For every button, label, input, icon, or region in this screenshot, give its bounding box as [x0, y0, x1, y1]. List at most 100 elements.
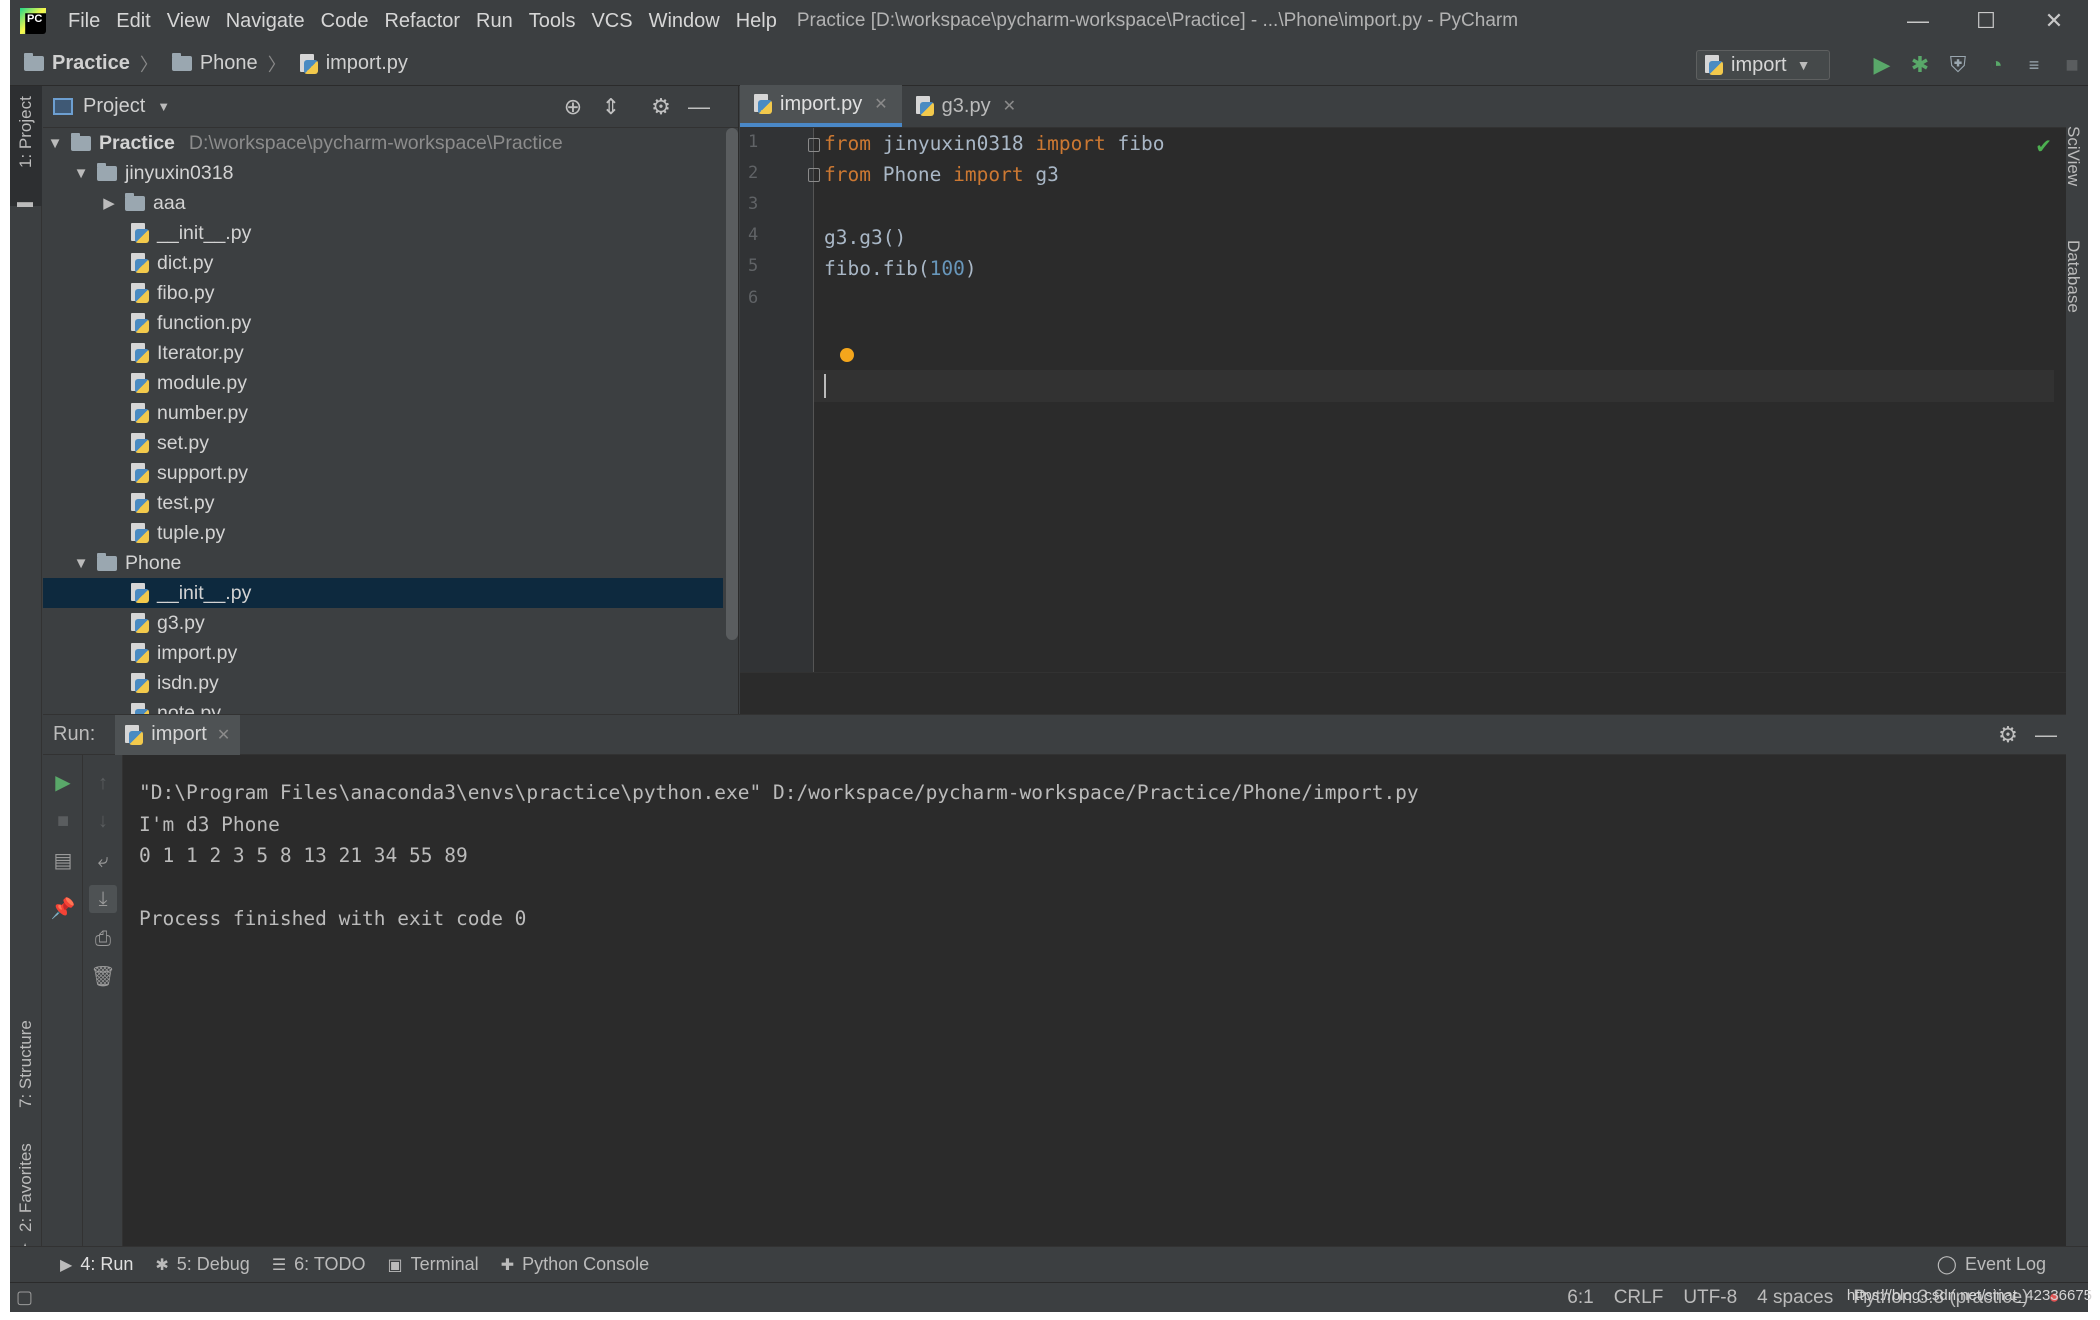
breadcrumb-import-py[interactable]: import.py — [286, 52, 408, 75]
rerun-icon[interactable]: ▶ — [49, 769, 77, 797]
gear-icon[interactable]: ⚙ — [1994, 721, 2022, 749]
indent-setting[interactable]: 4 spaces — [1757, 1287, 1833, 1309]
close-tab-icon[interactable]: ✕ — [1003, 96, 1016, 116]
coverage-icon[interactable]: ⛨ — [1944, 51, 1972, 79]
run-configuration-select[interactable]: import ▼ — [1696, 50, 1830, 80]
hide-panel-icon[interactable]: — — [685, 93, 713, 121]
run-tab-import[interactable]: import ✕ — [115, 714, 241, 755]
hide-panel-icon[interactable]: — — [2032, 721, 2060, 749]
menu-help[interactable]: Help — [728, 0, 785, 42]
code-token: jinyuxin0318 — [870, 132, 1036, 155]
tree-folder[interactable]: ▼ jinyuxin0318 — [43, 158, 723, 188]
up-arrow-icon[interactable]: ↑ — [89, 769, 117, 797]
tree-file[interactable]: function.py — [43, 308, 723, 338]
profile-icon[interactable]: ◔ — [1982, 51, 2010, 79]
breadcrumb-phone[interactable]: Phone 〉 — [158, 51, 286, 77]
restore-layout-icon[interactable]: ▤ — [49, 847, 77, 875]
minimize-button[interactable]: — — [1884, 0, 1952, 42]
gear-icon[interactable]: ⚙ — [647, 93, 675, 121]
python-file-icon — [131, 673, 149, 693]
intention-bulb-icon[interactable] — [840, 348, 854, 362]
fold-marker-icon[interactable] — [808, 138, 820, 152]
tree-file[interactable]: __init__.py — [43, 218, 723, 248]
down-arrow-icon[interactable]: ↓ — [89, 807, 117, 835]
console-output[interactable]: "D:\Program Files\anaconda3\envs\practic… — [123, 755, 2066, 1247]
tree-file[interactable]: set.py — [43, 428, 723, 458]
event-log-button[interactable]: ◯ Event Log — [1937, 1246, 2046, 1282]
menu-view[interactable]: View — [159, 0, 218, 42]
tab-g3-py[interactable]: g3.py ✕ — [902, 85, 1030, 127]
python-file-icon — [131, 523, 149, 543]
code-area[interactable]: from jinyuxin0318 import fibo from Phone … — [824, 128, 2054, 672]
close-tab-icon[interactable]: ✕ — [217, 725, 230, 745]
menu-run[interactable]: Run — [468, 0, 521, 42]
tree-file[interactable]: g3.py — [43, 608, 723, 638]
tree-file[interactable]: test.py — [43, 488, 723, 518]
tree-folder[interactable]: ▶ aaa — [43, 188, 723, 218]
caret-position[interactable]: 6:1 — [1567, 1287, 1593, 1309]
tool-tab-terminal[interactable]: ▣ Terminal — [388, 1254, 479, 1275]
print-icon[interactable]: ⎙ — [89, 925, 117, 953]
menu-window[interactable]: Window — [641, 0, 728, 42]
editor: import.py ✕ g3.py ✕ 1 2 3 4 5 6 from jin… — [740, 85, 2066, 714]
menu-code[interactable]: Code — [313, 0, 377, 42]
tree-file[interactable]: support.py — [43, 458, 723, 488]
close-button[interactable]: ✕ — [2020, 0, 2088, 42]
tree-file[interactable]: tuple.py — [43, 518, 723, 548]
pin-icon[interactable]: 📌 — [49, 895, 77, 923]
menu-refactor[interactable]: Refactor — [376, 0, 468, 42]
tree-file[interactable]: note.py — [43, 698, 723, 714]
menu-file[interactable]: File — [60, 0, 108, 42]
project-view-select[interactable]: Project ▼ — [53, 95, 170, 118]
stop-icon[interactable]: ■ — [2058, 51, 2086, 79]
tree-root[interactable]: ▼ Practice D:\workspace\pycharm-workspac… — [43, 128, 723, 158]
collapse-all-icon[interactable]: ⇕ — [597, 93, 625, 121]
debug-icon[interactable]: ✱ — [1906, 51, 1934, 79]
menu-tools[interactable]: Tools — [521, 0, 584, 42]
collapse-arrow-icon[interactable]: ▼ — [71, 165, 91, 182]
tree-file[interactable]: import.py — [43, 638, 723, 668]
tab-import-py[interactable]: import.py ✕ — [740, 85, 902, 127]
code-token: g3.g3() — [824, 225, 907, 249]
inspection-ok-icon[interactable]: ✔ — [2035, 134, 2052, 159]
speech-bubble-icon: ◯ — [1936, 1253, 1957, 1274]
toggle-tool-windows-icon[interactable]: ▢ — [16, 1287, 33, 1308]
menu-navigate[interactable]: Navigate — [218, 0, 313, 42]
fold-marker-icon[interactable] — [808, 168, 820, 182]
project-tool-tab[interactable]: 1: Project ▬ — [10, 86, 42, 211]
trash-icon[interactable]: 🗑 — [89, 963, 117, 991]
tree-file[interactable]: dict.py — [43, 248, 723, 278]
scroll-to-end-icon[interactable]: ⤓ — [89, 885, 117, 913]
tool-tab-python-console[interactable]: ✚ Python Console — [501, 1254, 650, 1275]
tree-file[interactable]: Iterator.py — [43, 338, 723, 368]
expand-arrow-icon[interactable]: ▼ — [45, 135, 65, 152]
concurrency-icon[interactable]: ≡ — [2020, 51, 2048, 79]
tree-file[interactable]: number.py — [43, 398, 723, 428]
project-tree-scrollbar[interactable] — [726, 128, 738, 640]
tree-file[interactable]: fibo.py — [43, 278, 723, 308]
window-title: Practice [D:\workspace\pycharm-workspace… — [796, 10, 1519, 31]
breadcrumb-practice[interactable]: Practice 〉 — [10, 51, 158, 77]
menu-vcs[interactable]: VCS — [583, 0, 640, 42]
menu-edit[interactable]: Edit — [108, 0, 158, 42]
tree-folder[interactable]: ▼ Phone — [43, 548, 723, 578]
file-encoding[interactable]: UTF-8 — [1683, 1287, 1737, 1309]
maximize-button[interactable]: ☐ — [1952, 0, 2020, 42]
tree-file[interactable]: isdn.py — [43, 668, 723, 698]
line-number: 3 — [748, 194, 759, 214]
tool-tab-run[interactable]: ▶ 4: Run — [60, 1254, 133, 1275]
soft-wrap-icon[interactable]: ⤶ — [89, 847, 117, 875]
chevron-right-icon: 〉 — [139, 54, 158, 75]
favorites-tool-tab[interactable]: 2: Favorites ★ — [10, 1116, 42, 1266]
stop-icon[interactable]: ■ — [49, 807, 77, 835]
locate-icon[interactable]: ⊕ — [559, 93, 587, 121]
run-icon[interactable]: ▶ — [1868, 51, 1896, 79]
close-tab-icon[interactable]: ✕ — [874, 94, 887, 114]
tool-tab-todo[interactable]: ☰ 6: TODO — [272, 1254, 366, 1275]
collapse-arrow-icon[interactable]: ▼ — [71, 555, 91, 572]
line-separator[interactable]: CRLF — [1614, 1287, 1664, 1309]
tree-file[interactable]: module.py — [43, 368, 723, 398]
expand-arrow-icon[interactable]: ▶ — [99, 194, 119, 212]
tree-file[interactable]: __init__.py — [43, 578, 723, 608]
tool-tab-debug[interactable]: ✱ 5: Debug — [155, 1254, 249, 1275]
